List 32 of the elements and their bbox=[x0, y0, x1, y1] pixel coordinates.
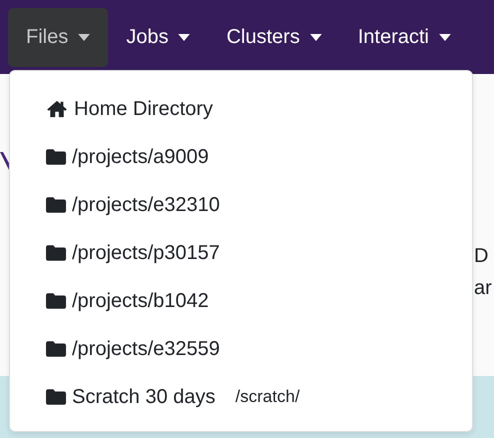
menu-item[interactable]: /projects/a9009 bbox=[10, 133, 472, 181]
menu-item-label: /projects/a9009 bbox=[72, 146, 209, 168]
folder-icon bbox=[46, 293, 66, 309]
folder-icon bbox=[46, 341, 66, 357]
folder-icon bbox=[46, 197, 66, 213]
folder-icon bbox=[46, 245, 66, 261]
caret-icon bbox=[78, 34, 90, 40]
nav-menu-button[interactable]: Interacti bbox=[340, 8, 469, 66]
menu-item[interactable]: /projects/p30157 bbox=[10, 229, 472, 277]
folder-icon bbox=[46, 149, 66, 165]
menu-item-label: Home Directory bbox=[74, 98, 213, 120]
menu-item-label: /projects/e32310 bbox=[72, 194, 220, 216]
nav-menu-button[interactable]: Clusters bbox=[208, 8, 340, 66]
caret-icon bbox=[178, 34, 190, 40]
caret-icon bbox=[439, 34, 451, 40]
menu-item[interactable]: Home Directory bbox=[10, 85, 472, 133]
menu-item[interactable]: /projects/b1042 bbox=[10, 277, 472, 325]
menu-item-label: /projects/p30157 bbox=[72, 242, 220, 264]
menu-item[interactable]: Scratch 30 days /scratch/ bbox=[10, 373, 472, 421]
menu-item-label: Scratch 30 days bbox=[72, 386, 216, 408]
folder-icon bbox=[46, 389, 66, 405]
home-icon bbox=[46, 100, 68, 118]
caret-icon bbox=[310, 34, 322, 40]
nav-menu-button[interactable]: Jobs bbox=[108, 8, 208, 66]
menu-item[interactable]: /projects/e32310 bbox=[10, 181, 472, 229]
menu-item-label: /projects/e32559 bbox=[72, 338, 220, 360]
nav-menu-button[interactable]: Files bbox=[8, 8, 108, 66]
menu-item-label: /projects/b1042 bbox=[72, 290, 209, 312]
menu-item[interactable]: /projects/e32559 bbox=[10, 325, 472, 373]
path-label: /scratch/ bbox=[235, 387, 300, 407]
partial-text: ar bbox=[474, 276, 492, 300]
partial-text: D bbox=[474, 244, 488, 268]
